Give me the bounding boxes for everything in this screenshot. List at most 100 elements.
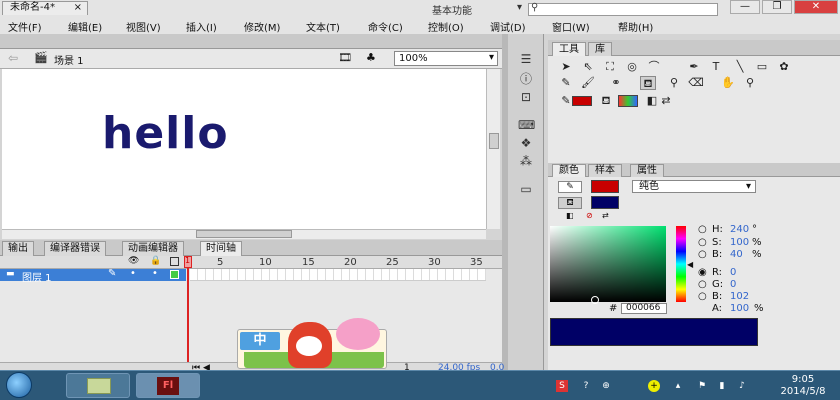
g-value[interactable]: 0 (730, 279, 736, 290)
stage-text-hello[interactable]: hello (102, 108, 229, 159)
menu-modify[interactable]: 修改(M) (244, 19, 280, 34)
playhead-handle[interactable]: 1 (184, 256, 192, 268)
menu-insert[interactable]: 插入(I) (186, 19, 217, 34)
close-button[interactable]: ✕ (794, 0, 838, 14)
ime-chinese-mode[interactable]: 中 (240, 332, 280, 350)
layer-row[interactable]: ▬ 图层 1 ✎ • • (0, 268, 186, 284)
tab-timeline[interactable]: 时间轴 (200, 241, 242, 256)
tray-arrow-icon[interactable]: ▴ (672, 380, 684, 392)
outline-color-box[interactable] (170, 270, 179, 279)
free-transform-tool-icon[interactable]: ⛶ (602, 60, 618, 74)
black-white-icon[interactable]: ◧ (566, 211, 574, 220)
menu-help[interactable]: 帮助(H) (618, 19, 653, 34)
b-value[interactable]: 40 (730, 249, 743, 260)
color-type-select[interactable]: 纯色 ▾ (632, 180, 756, 193)
menu-edit[interactable]: 编辑(E) (68, 19, 102, 34)
brush-tool-icon[interactable]: 🖌 (580, 76, 596, 90)
tab-output[interactable]: 输出 (2, 241, 34, 256)
outline-icon[interactable] (170, 257, 179, 266)
eyedropper-tool-icon[interactable]: ⚲ (666, 76, 682, 90)
transform-panel-icon[interactable]: ⊡ (518, 90, 534, 104)
radio-h[interactable]: ○ (698, 224, 707, 235)
text-tool-icon[interactable]: T (708, 60, 724, 74)
close-icon[interactable]: × (74, 2, 82, 14)
zoom-tool-icon[interactable]: ⚲ (742, 76, 758, 90)
start-button[interactable] (6, 372, 32, 398)
tray-help-icon[interactable]: ? (580, 380, 592, 392)
back-arrow-icon[interactable]: ⇦ (8, 51, 18, 65)
motion-presets-icon[interactable]: ⁂ (518, 154, 534, 168)
stage-canvas[interactable] (2, 69, 486, 229)
stroke-color-swatch[interactable] (572, 96, 592, 106)
menu-control[interactable]: 控制(O) (428, 19, 464, 34)
radio-r-selected[interactable]: ◉ (698, 267, 707, 278)
eye-icon[interactable]: 👁 (128, 256, 139, 266)
document-tab[interactable]: 未命名-4* × (2, 1, 88, 15)
edit-scene-icon[interactable]: 🎞 (338, 51, 352, 64)
taskbar-app-flash[interactable]: Fl (136, 373, 200, 398)
radio-b[interactable]: ○ (698, 249, 707, 260)
tab-motion-editor[interactable]: 动画编辑器 (122, 241, 184, 256)
visibility-dot[interactable]: • (130, 268, 136, 279)
alpha-value[interactable]: 100 (730, 303, 749, 314)
no-color-icon[interactable]: ⊘ (586, 211, 593, 220)
playhead[interactable] (187, 256, 189, 366)
fill-mode-icon[interactable]: ⛾ (558, 197, 582, 209)
s-value[interactable]: 100 (730, 237, 749, 248)
swap-colors-icon[interactable]: ⇄ (658, 94, 674, 108)
components-icon[interactable]: ❖ (518, 136, 534, 150)
tray-clock[interactable]: 9:05 2014/5/8 (770, 374, 836, 398)
tab-color[interactable]: 颜色 (552, 164, 586, 177)
tab-library[interactable]: 库 (588, 42, 612, 56)
fill-color-well[interactable] (591, 196, 619, 209)
edit-symbols-icon[interactable]: ♣ (366, 51, 376, 64)
tray-volume-icon[interactable]: ♪ (736, 380, 748, 392)
fill-gradient-swatch[interactable] (618, 95, 638, 107)
tray-app-icon[interactable]: + (648, 380, 660, 392)
tab-swatches[interactable]: 样本 (588, 164, 622, 177)
deco-tool-icon[interactable]: ✿ (776, 60, 792, 74)
selection-tool-icon[interactable]: ➤ (558, 60, 574, 74)
workspace-dropdown[interactable]: 基本功能 ▾ (432, 2, 524, 17)
menu-view[interactable]: 视图(V) (126, 19, 161, 34)
vertical-scroll-thumb[interactable] (489, 133, 499, 149)
eraser-tool-icon[interactable]: ⌫ (688, 76, 704, 90)
hue-slider-handle[interactable]: ◀ (687, 260, 693, 269)
radio-blue[interactable]: ○ (698, 291, 707, 302)
help-search-input[interactable]: ⚲ (528, 2, 718, 16)
radio-g[interactable]: ○ (698, 279, 707, 290)
paint-bucket-tool-icon[interactable]: ⛾ (640, 76, 656, 90)
h-value[interactable]: 240 (730, 224, 749, 235)
radio-s[interactable]: ○ (698, 237, 707, 248)
pen-tool-icon[interactable]: ✒ (686, 60, 702, 74)
stroke-mode-icon[interactable]: ✎ (558, 181, 582, 193)
hue-slider[interactable] (676, 226, 686, 302)
tray-sogou-icon[interactable]: S (556, 380, 568, 392)
tab-tools[interactable]: 工具 (552, 42, 586, 56)
tab-compiler-errors[interactable]: 编译器错误 (44, 241, 106, 256)
rectangle-tool-icon[interactable]: ▭ (754, 60, 770, 74)
scene-panel-icon[interactable]: ▭ (518, 182, 534, 196)
tab-properties[interactable]: 属性 (630, 164, 664, 177)
zoom-select[interactable]: 100% ▾ (394, 51, 498, 66)
maximize-button[interactable]: ❐ (762, 0, 792, 14)
taskbar-app-explorer[interactable] (66, 373, 130, 398)
minimize-button[interactable]: — (730, 0, 760, 14)
color-picker-cursor[interactable] (591, 296, 599, 304)
hand-tool-icon[interactable]: ✋ (720, 76, 736, 90)
stroke-color-well[interactable] (591, 180, 619, 193)
blue-value[interactable]: 102 (730, 291, 749, 302)
tray-flag-icon[interactable]: ⚑ (696, 380, 708, 392)
menu-commands[interactable]: 命令(C) (368, 19, 403, 34)
swap-colors-icon[interactable]: ⇄ (602, 211, 609, 220)
bone-tool-icon[interactable]: ⚭ (608, 76, 624, 90)
3d-rotation-tool-icon[interactable]: ◎ (624, 60, 640, 74)
frame-row[interactable] (190, 269, 486, 281)
lock-dot[interactable]: • (152, 268, 158, 279)
info-panel-icon[interactable]: ⓘ (518, 72, 534, 86)
subselection-tool-icon[interactable]: ⇖ (580, 60, 596, 74)
align-panel-icon[interactable]: ☰ (518, 52, 534, 66)
menu-text[interactable]: 文本(T) (306, 19, 340, 34)
pencil-tool-icon[interactable]: ✎ (558, 76, 574, 90)
r-value[interactable]: 0 (730, 267, 736, 278)
